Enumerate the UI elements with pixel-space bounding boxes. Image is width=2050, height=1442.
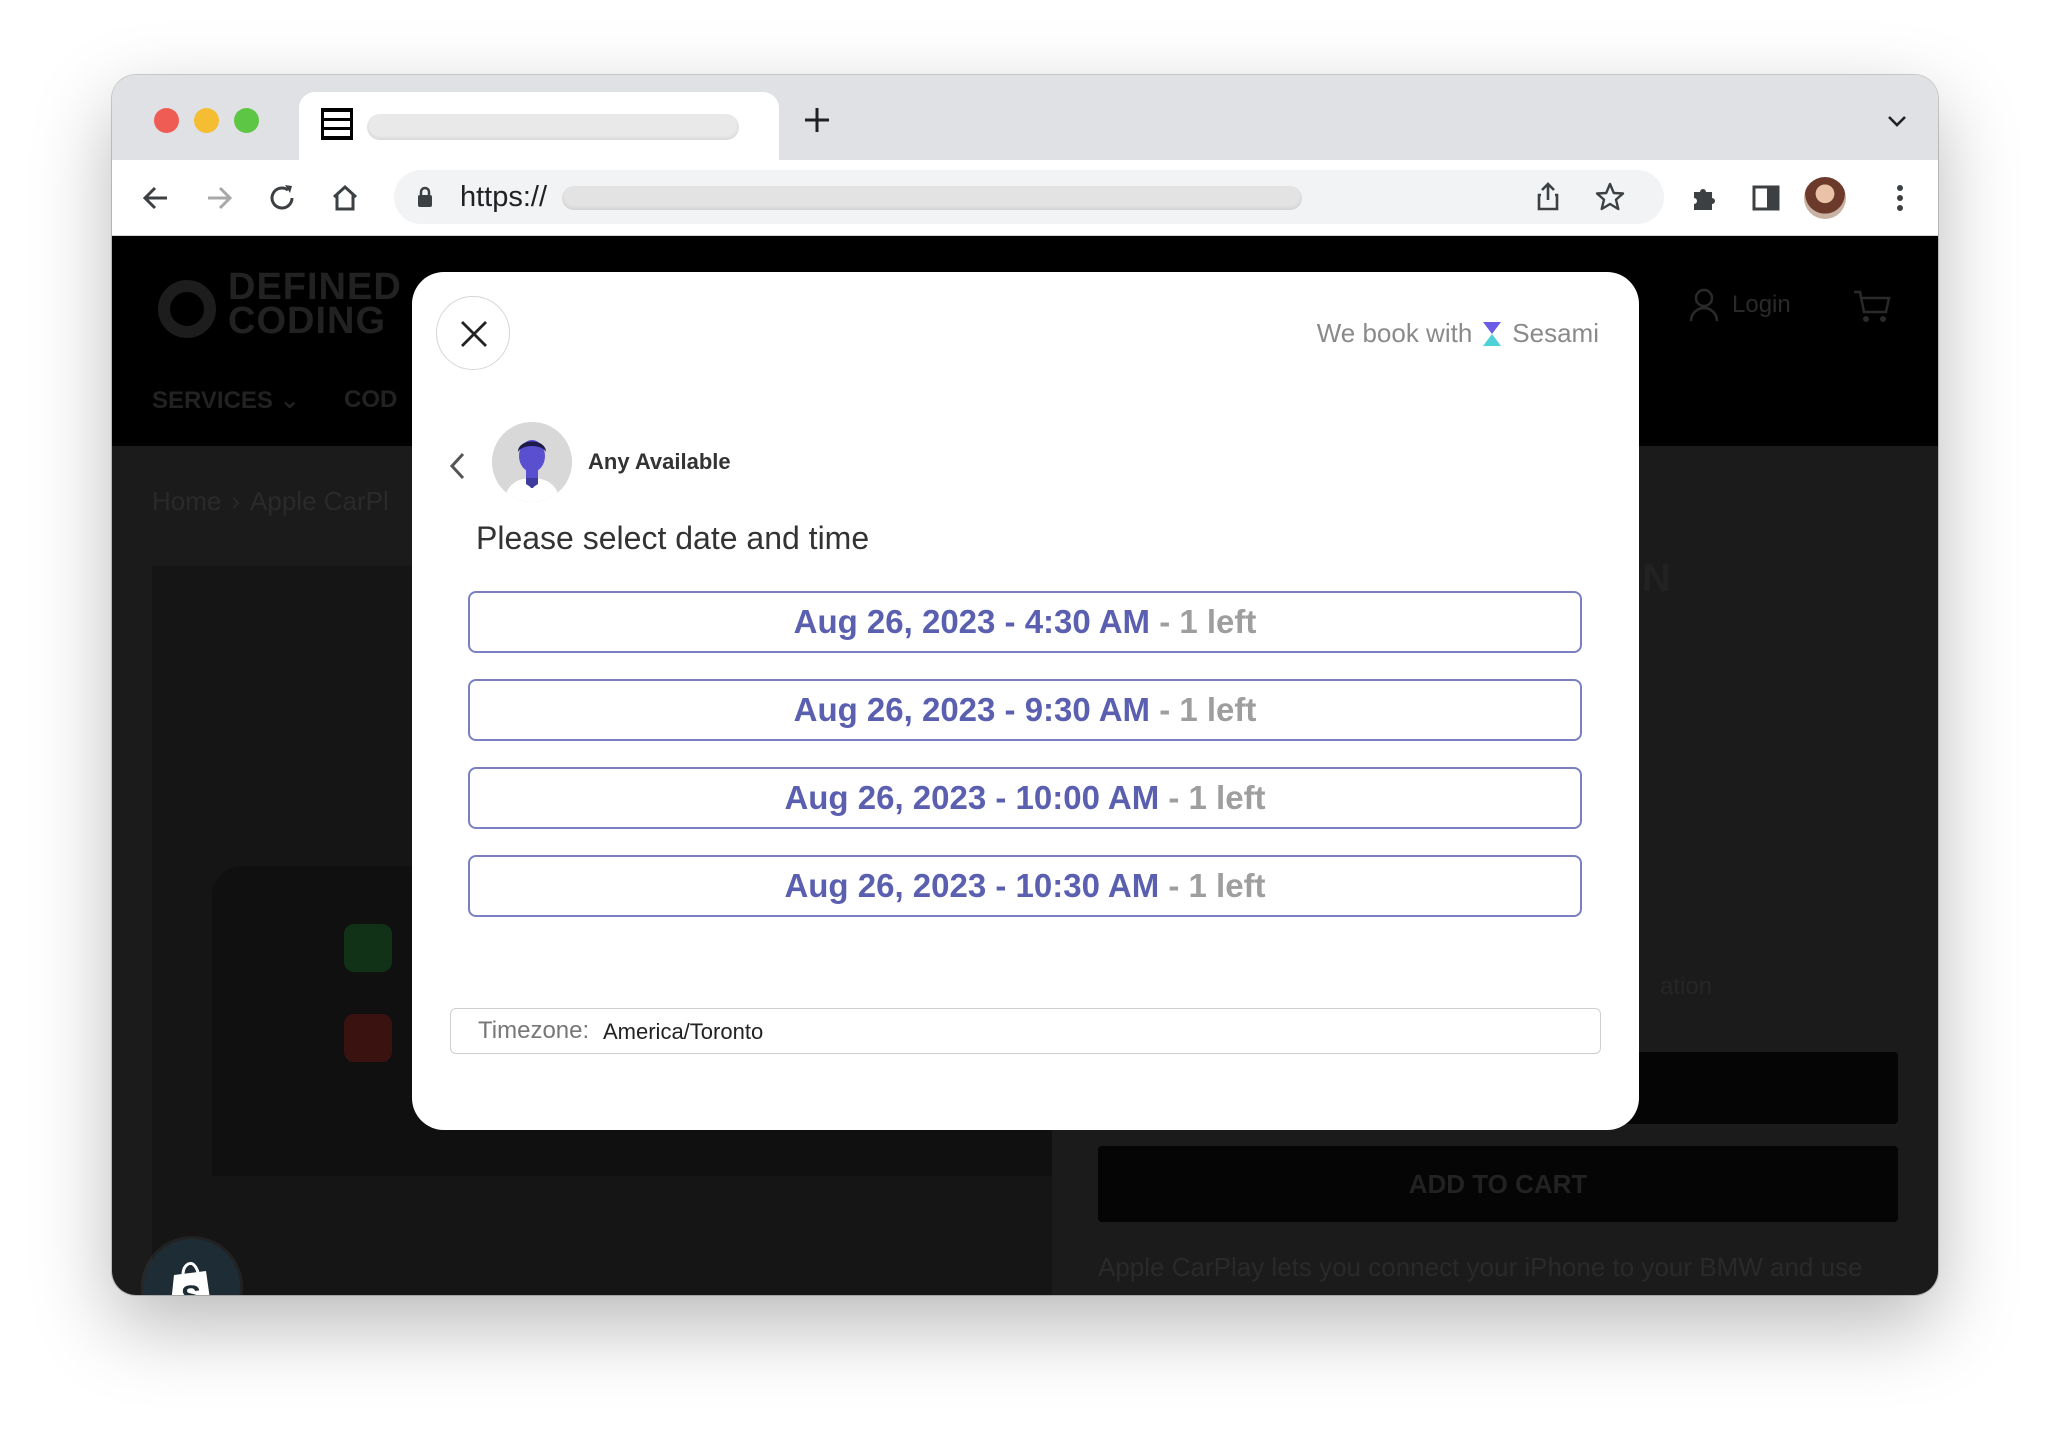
music-app-icon — [344, 1014, 392, 1062]
chevron-down-icon[interactable] — [1886, 113, 1908, 129]
nav-cod[interactable]: COD — [344, 386, 397, 414]
slot-time: Aug 26, 2023 - 10:30 AM — [784, 867, 1160, 904]
maximize-window-button[interactable] — [234, 108, 259, 133]
url-text: https:// — [460, 181, 548, 213]
browser-window: https:// DEFINED CODING SERVICES ⌄ COD L… — [112, 75, 1938, 1295]
chevron-left-icon[interactable] — [446, 450, 468, 482]
kebab-menu-icon[interactable] — [1884, 182, 1916, 214]
timezone-selector[interactable]: Timezone: America/Toronto — [450, 1008, 1601, 1054]
new-tab-plus-icon[interactable] — [802, 105, 832, 135]
hourglass-icon — [1483, 321, 1502, 346]
browser-toolbar: https:// — [112, 160, 1938, 236]
star-icon[interactable] — [1594, 181, 1626, 213]
logo-mark-icon — [158, 280, 216, 338]
share-icon[interactable] — [1532, 181, 1564, 213]
list-favicon-icon — [321, 108, 353, 140]
time-slot-button[interactable]: Aug 26, 2023 - 10:30 AM - 1 left — [468, 855, 1582, 917]
time-slot-button[interactable]: Aug 26, 2023 - 10:00 AM - 1 left — [468, 767, 1582, 829]
product-text-fragment: ation — [1660, 973, 1713, 1000]
add-to-cart-button[interactable]: ADD TO CART — [1098, 1146, 1898, 1222]
time-slot-button[interactable]: Aug 26, 2023 - 4:30 AM - 1 left — [468, 591, 1582, 653]
sidepanel-icon[interactable] — [1750, 182, 1782, 214]
staff-name: Any Available — [588, 449, 731, 474]
reload-icon[interactable] — [266, 182, 298, 214]
slot-time: Aug 26, 2023 - 9:30 AM — [793, 691, 1151, 728]
select-date-heading: Please select date and time — [476, 520, 870, 556]
browser-tab[interactable] — [299, 92, 779, 160]
breadcrumb-current: Apple CarPl — [250, 486, 389, 516]
minimize-window-button[interactable] — [194, 108, 219, 133]
store-logo[interactable]: DEFINED CODING — [228, 268, 402, 340]
profile-avatar[interactable] — [1804, 177, 1846, 219]
puzzle-icon[interactable] — [1688, 182, 1720, 214]
tab-title-redacted — [367, 114, 739, 140]
person-icon — [492, 422, 572, 502]
product-title-fragment: N — [1642, 556, 1671, 600]
close-modal-button[interactable] — [436, 296, 510, 370]
slot-availability: - 1 left — [1159, 779, 1266, 816]
staff-avatar — [492, 422, 572, 502]
close-window-button[interactable] — [154, 108, 179, 133]
login-link[interactable]: Login — [1732, 291, 1791, 319]
nav-services[interactable]: SERVICES ⌄ — [152, 386, 300, 415]
phone-app-icon — [344, 924, 392, 972]
address-bar[interactable]: https:// — [394, 170, 1664, 224]
sesami-brand: Sesami — [1512, 318, 1599, 348]
svg-text:S: S — [181, 1280, 201, 1295]
shopify-bag-icon: S — [171, 1261, 210, 1295]
slot-availability: - 1 left — [1159, 867, 1266, 904]
breadcrumb-home[interactable]: Home — [152, 486, 221, 516]
book-with-text: We book with — [1316, 318, 1473, 348]
arrow-right-icon[interactable] — [203, 182, 235, 214]
lock-icon — [418, 186, 432, 207]
timezone-value: America/Toronto — [603, 1019, 764, 1044]
close-icon — [461, 321, 487, 347]
arrow-left-icon[interactable] — [140, 182, 172, 214]
breadcrumb: Home › Apple CarPl — [152, 486, 389, 516]
booking-modal: We book with Sesami Any Available Please… — [412, 272, 1639, 1130]
tab-strip — [112, 75, 1938, 160]
url-redacted — [562, 186, 1302, 210]
cart-icon[interactable] — [1852, 288, 1892, 324]
slot-availability: - 1 left — [1150, 603, 1257, 640]
user-icon[interactable] — [1689, 288, 1719, 322]
product-description: Apple CarPlay lets you connect your iPho… — [1098, 1252, 1863, 1282]
time-slot-button[interactable]: Aug 26, 2023 - 9:30 AM - 1 left — [468, 679, 1582, 741]
home-icon[interactable] — [329, 182, 361, 214]
slot-time: Aug 26, 2023 - 4:30 AM — [793, 603, 1151, 640]
timezone-label: Timezone: — [478, 1017, 590, 1044]
book-with-badge: We book with Sesami — [1317, 318, 1599, 349]
slot-availability: - 1 left — [1150, 691, 1257, 728]
slot-time: Aug 26, 2023 - 10:00 AM — [784, 779, 1160, 816]
